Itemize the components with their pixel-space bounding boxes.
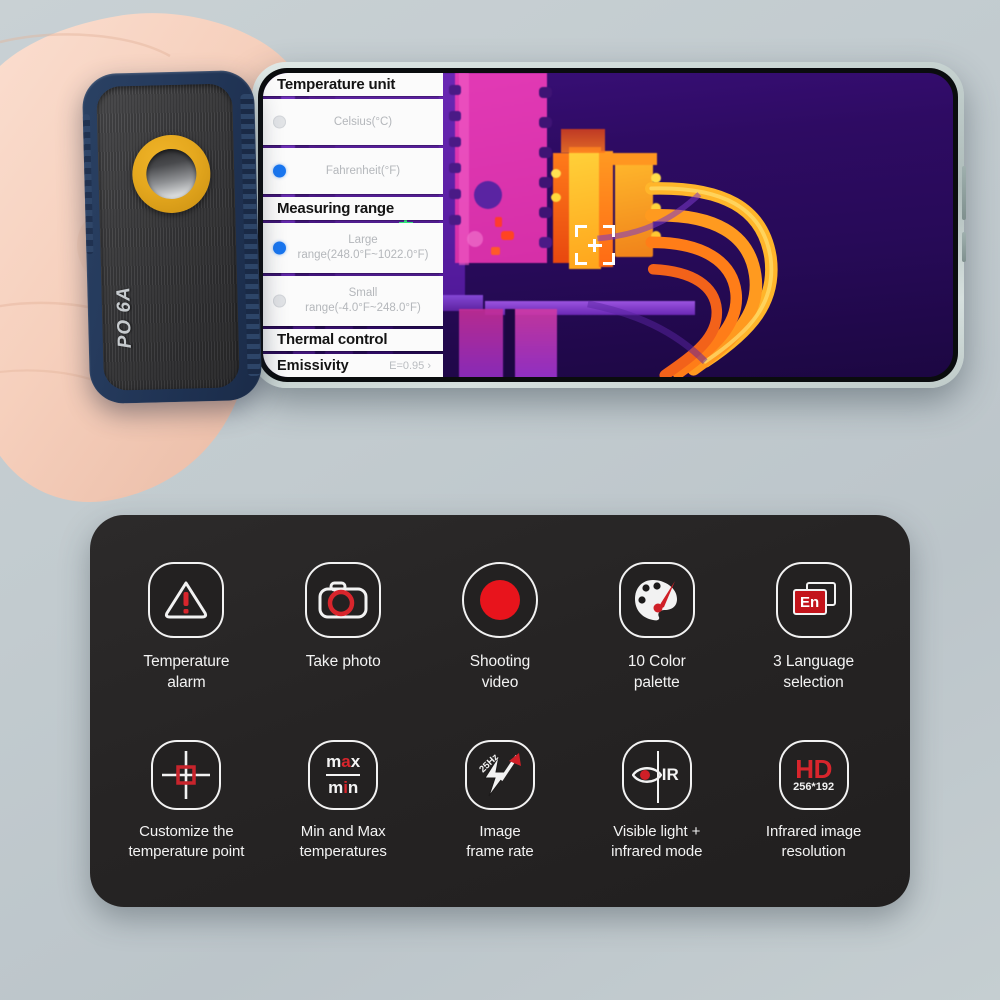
option-celsius-label: Celsius(°C) [333,115,393,128]
option-small-range-label: Small range(-4.0°F~248.0°F) [305,287,421,314]
setting-emissivity-label: Emissivity [277,357,349,374]
resolution-label: 256*192 [793,781,835,794]
feature-customize-temperature-point[interactable]: Customize the temperature point [108,740,264,862]
phone-bezel: Temperature unit Celsius(°C) Fahrenheit(… [258,68,958,382]
setting-emissivity[interactable]: Emissivity E=0.95 › [263,354,443,377]
feature-row-1: Temperature alarm Take photo Shooting vide… [108,562,892,693]
temperature-alarm-icon [148,562,225,639]
phone-screen: Temperature unit Celsius(°C) Fahrenheit(… [263,73,953,377]
feature-color-palette[interactable]: 10 Color palette [579,562,735,693]
radio-fahrenheit[interactable] [273,164,286,178]
option-fahrenheit[interactable]: Fahrenheit(°F) [263,147,443,194]
hd-resolution-icon: HD 256*192 [778,740,849,811]
feature-language-selection[interactable]: En 3 Language selection [736,562,892,693]
settings-panel: Temperature unit Celsius(°C) Fahrenheit(… [263,73,443,377]
feature-label: Temperature alarm [143,653,230,691]
crosshair-temperature-point-icon [151,740,222,811]
section-header-measuring-range: Measuring range [263,196,443,220]
feature-label: Customize the temperature point [128,823,245,860]
min-label: min [328,778,359,798]
color-palette-icon [618,562,695,639]
feature-shooting-video[interactable]: Shooting video [422,562,578,693]
feature-label: Shooting video [469,653,531,691]
phone-power-button[interactable] [962,232,966,262]
radio-small-range[interactable] [273,294,286,307]
section-header-temperature-unit: Temperature unit [263,73,443,96]
option-large-range[interactable]: Large range(248.0°F~1022.0°F) [263,222,443,273]
feature-take-photo[interactable]: Take photo [265,562,421,672]
feature-infrared-resolution[interactable]: HD 256*192 Infrared image resolution [736,740,892,862]
feature-label: Visible light + infrared mode [611,823,703,860]
device-body: PO 6A [96,83,240,391]
phone-volume-button[interactable] [962,166,966,220]
take-photo-camera-icon [305,562,382,639]
feature-image-frame-rate[interactable]: 25Hz Image frame rate [422,740,578,862]
max-label: max [326,752,361,772]
option-large-range-label: Large range(248.0°F~1022.0°F) [297,234,429,261]
section-header-thermal-control: Thermal control [263,328,443,352]
infrared-label: IR [661,765,679,785]
feature-label: Image frame rate [466,823,534,860]
feature-min-max-temperatures[interactable]: max min Min and Max temperatures [265,740,421,862]
lens-ring [131,133,212,215]
phone-frame: Temperature unit Celsius(°C) Fahrenheit(… [252,62,966,388]
feature-label: Take photo [305,653,381,671]
product-marketing-image: PO 6A Temperature unit Celsius(°C) Fahre… [0,0,1000,1000]
option-celsius[interactable]: Celsius(°C) [263,98,443,145]
shooting-video-record-icon [461,562,538,639]
device-brand-label: PO 6A [113,285,136,349]
hot-spot-reticle[interactable] [575,225,615,265]
thermal-camera-device[interactable]: PO 6A [81,69,263,405]
min-max-temperature-icon: max min [308,740,379,811]
feature-label: Infrared image resolution [765,823,862,860]
language-selection-en-icon: En [775,562,852,639]
setting-emissivity-value: E=0.95 › [389,359,431,372]
feature-temperature-alarm[interactable]: Temperature alarm [108,562,264,693]
option-fahrenheit-label: Fahrenheit(°F) [325,164,401,177]
smartphone: Temperature unit Celsius(°C) Fahrenheit(… [252,62,966,388]
camera-lens-icon [145,148,197,200]
feature-label: 3 Language selection [773,653,855,691]
radio-large-range[interactable] [273,241,286,254]
hd-label: HD [795,754,832,785]
feature-row-2: Customize the temperature point max min M… [108,740,892,862]
option-small-range[interactable]: Small range(-4.0°F~248.0°F) [263,275,443,326]
device-case: PO 6A [81,69,263,405]
feature-label: Min and Max temperatures [299,823,387,860]
feature-visible-light-infrared[interactable]: IR Visible light + infrared mode [579,740,735,862]
frame-rate-lightning-icon: 25Hz [464,740,535,811]
language-code-label: En [792,589,827,616]
radio-celsius[interactable] [273,115,286,129]
feature-highlights-panel: Temperature alarm Take photo Shooting vide… [90,515,910,907]
feature-label: 10 Color palette [627,653,686,691]
visible-light-infrared-icon: IR [621,740,692,811]
